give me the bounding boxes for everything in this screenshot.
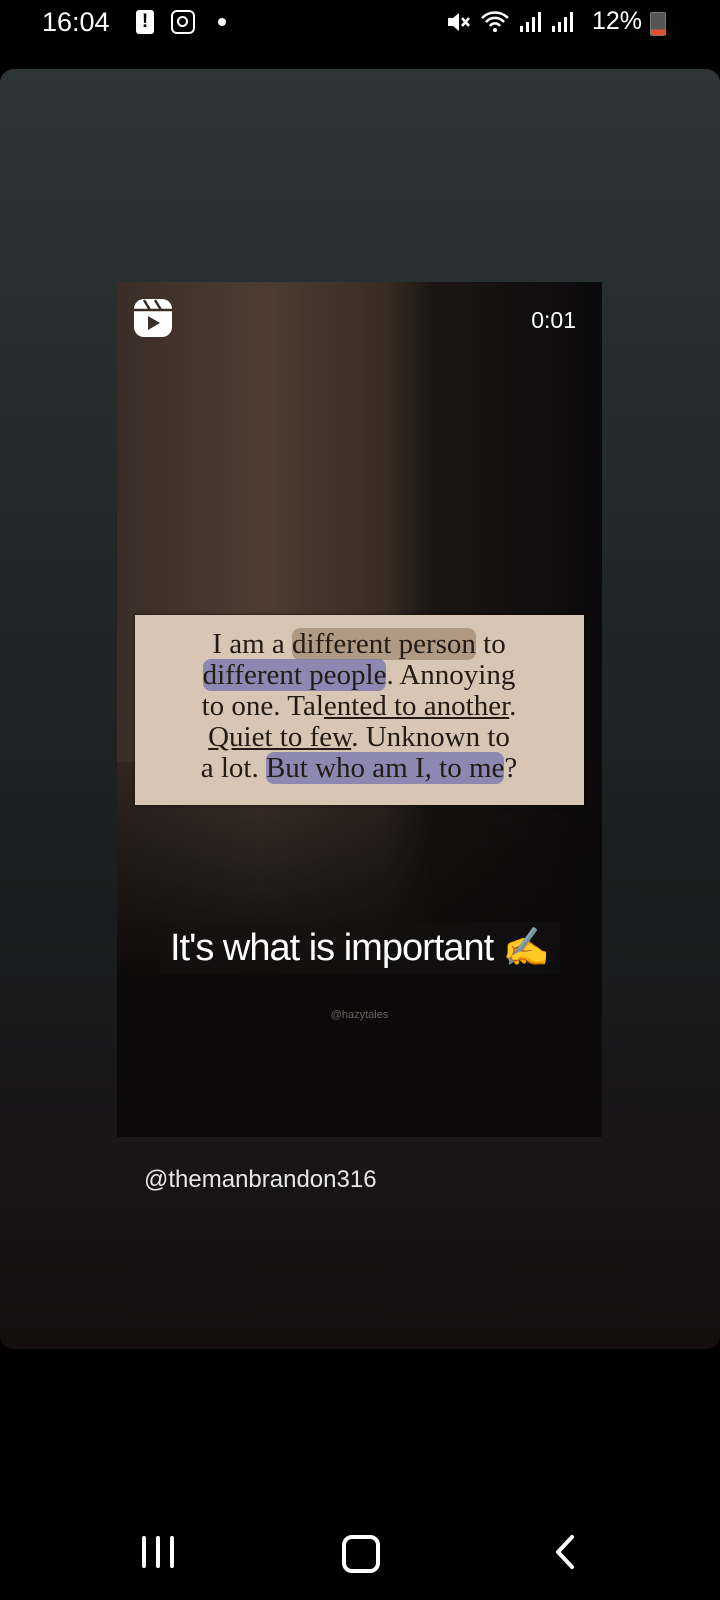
instagram-icon <box>171 10 195 34</box>
video-caption: It's what is important ✍️ <box>159 922 560 974</box>
quote-line1-post: to <box>475 628 506 660</box>
username-link[interactable]: @themanbrandon316 <box>144 1166 377 1194</box>
video-timer: 0:01 <box>531 307 576 333</box>
quote-line5-highlight: But who am I, to me <box>265 752 505 784</box>
recents-icon[interactable] <box>142 1536 176 1568</box>
status-bar: 16:04 ! 12% <box>0 0 720 46</box>
reels-icon <box>134 299 172 337</box>
quote-line5-post: ? <box>504 752 518 784</box>
quote-line2-highlight: different people <box>202 659 387 691</box>
reel-video[interactable]: 0:01 I am a different person to differen… <box>117 282 602 1137</box>
quote-line4-post: . Unknown to <box>351 721 510 753</box>
battery-icon <box>650 12 666 36</box>
signal-icon <box>519 11 541 32</box>
watermark: @hazytales <box>330 1009 389 1021</box>
signal-icon <box>551 11 573 32</box>
home-icon[interactable] <box>342 1535 380 1573</box>
navigation-bar <box>0 1500 720 1600</box>
quote-line3-pre: to one. Tal <box>201 690 324 722</box>
quote-line3-underline: ented to another <box>323 690 510 722</box>
quote-line4-underline: Quiet to few <box>208 721 352 753</box>
quote-card: I am a different person to different peo… <box>135 615 584 805</box>
wifi-icon <box>481 10 509 32</box>
mute-icon <box>447 12 470 31</box>
alert-icon: ! <box>136 10 154 34</box>
quote-line3-post: . <box>509 690 517 722</box>
quote-text: I am a different person to different peo… <box>159 628 559 784</box>
battery-level: 12% <box>591 7 642 35</box>
clock: 16:04 <box>42 7 110 37</box>
dot-icon <box>218 18 226 26</box>
status-icons: 12% <box>446 7 642 36</box>
quote-line1-highlight: different person <box>292 628 476 660</box>
quote-line2-post: . Annoying <box>386 659 516 691</box>
quote-line5-pre: a lot. <box>200 752 266 784</box>
quote-line1-pre: I am a <box>212 628 293 660</box>
back-icon[interactable] <box>548 1534 584 1570</box>
